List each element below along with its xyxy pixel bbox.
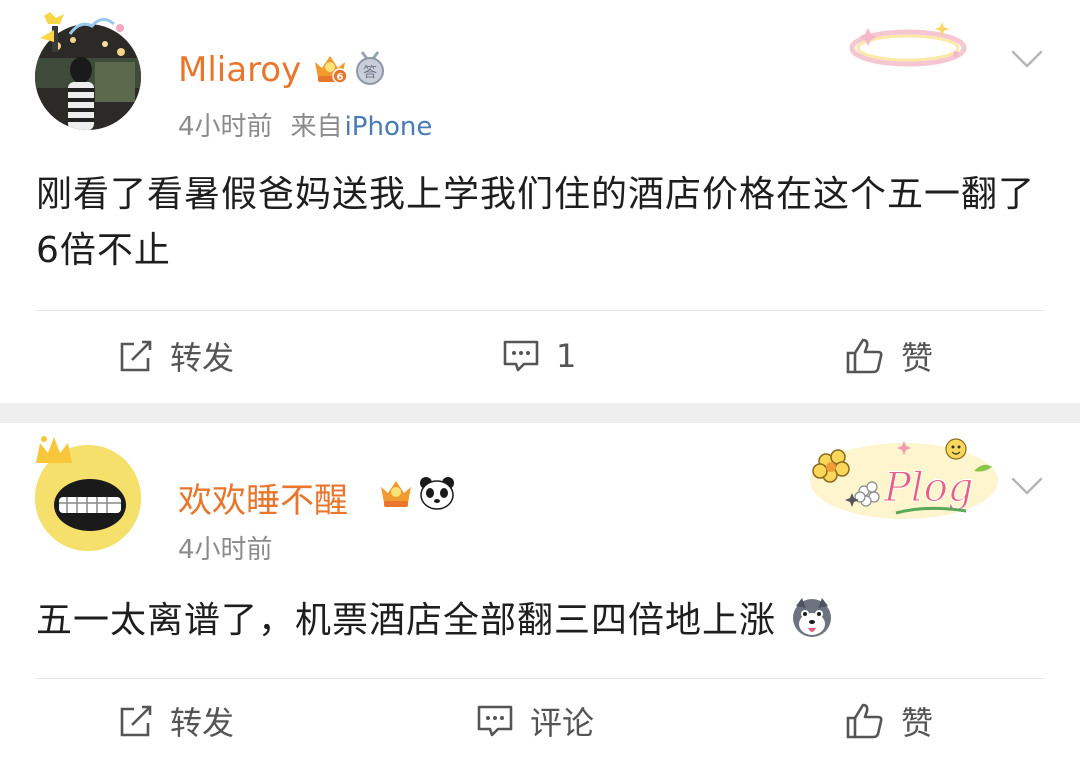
post-meta: 4小时前 <box>178 529 273 566</box>
post-time: 4小时前 <box>178 112 273 142</box>
repost-button[interactable]: 转发 <box>118 691 234 751</box>
comment-label: 评论 <box>530 704 595 742</box>
repost-icon <box>120 705 152 737</box>
like-label: 赞 <box>901 704 934 742</box>
crown-pendant-icon <box>36 436 72 463</box>
weibo-comment-1: Mliaroy 6 答 4小时前 来自iPhone 刚看了看暑假爸妈送我上学我们住… <box>0 0 1080 403</box>
vip-level: 6 <box>337 72 344 83</box>
repost-icon <box>120 340 152 372</box>
avatar-pendant-decoration <box>40 12 124 52</box>
source-device-link[interactable]: iPhone <box>345 112 433 142</box>
medal-badge-icon[interactable]: 答 <box>352 50 386 85</box>
avatar-frame[interactable] <box>30 433 150 553</box>
comment-text-content: 五一太离谱了，机票酒店全部翻三四倍地上涨 <box>36 600 777 641</box>
post-separator <box>0 403 1080 423</box>
source-label: 来自 <box>290 112 343 142</box>
username[interactable]: Mliaroy <box>178 50 301 90</box>
husky-emoji-icon <box>793 598 832 637</box>
avatar-frame[interactable] <box>30 12 150 132</box>
comment-button[interactable]: 1 <box>502 326 576 386</box>
repost-button[interactable]: 转发 <box>118 326 234 386</box>
chevron-down-icon[interactable] <box>1010 475 1044 497</box>
like-label: 赞 <box>901 339 934 377</box>
action-bar: 转发 评论 赞 <box>0 691 1080 751</box>
comment-text: 刚看了看暑假爸妈送我上学我们住的酒店价格在这个五一翻了6倍不止 <box>36 174 1036 271</box>
like-button[interactable]: 赞 <box>845 326 933 386</box>
post-time: 4小时前 <box>178 535 273 565</box>
divider <box>36 678 1044 679</box>
divider <box>36 310 1044 311</box>
thumbs-up-icon <box>846 703 883 739</box>
comment-text: 五一太离谱了，机票酒店全部翻三四倍地上涨 <box>36 593 1046 649</box>
comment-icon <box>477 705 513 737</box>
post-meta: 4小时前 来自iPhone <box>178 106 432 143</box>
weibo-comment-2: 欢欢睡不醒 4小时前 Plog 五一太离谱了，机票酒店全部翻三四倍地上涨 转发 … <box>0 423 1080 762</box>
plog-sticker-decoration: Plog <box>810 438 998 519</box>
username[interactable]: 欢欢睡不醒 <box>178 473 348 522</box>
thumbs-up-icon <box>846 338 883 374</box>
repost-label: 转发 <box>170 339 235 377</box>
vip-crown-badge-icon[interactable]: 6 <box>312 50 348 84</box>
chevron-down-icon[interactable] <box>1010 48 1044 70</box>
comment-count: 1 <box>556 337 577 375</box>
medal-text: 答 <box>363 64 377 81</box>
plog-text: Plog <box>883 465 973 511</box>
vip-crown-badge-icon[interactable] <box>378 475 412 509</box>
action-bar: 转发 1 赞 <box>0 326 1080 386</box>
comment-button[interactable]: 评论 <box>476 691 594 751</box>
like-button[interactable]: 赞 <box>845 691 933 751</box>
panda-badge-icon[interactable] <box>418 475 454 510</box>
sparkle-decoration <box>849 22 967 67</box>
comment-icon <box>503 340 539 372</box>
repost-label: 转发 <box>170 704 235 742</box>
